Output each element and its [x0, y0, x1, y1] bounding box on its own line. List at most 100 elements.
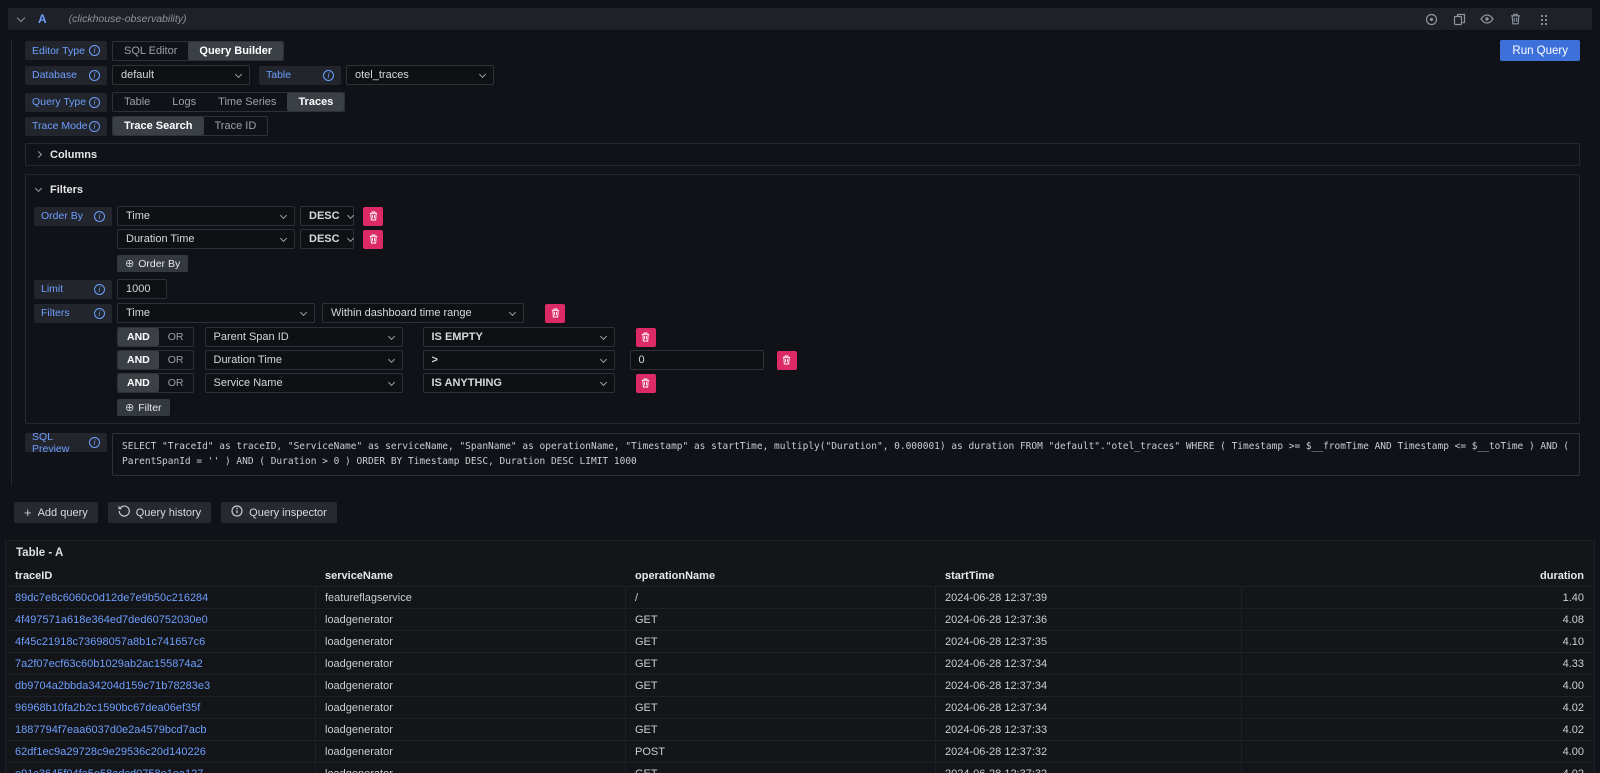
and-option[interactable]: AND [118, 351, 159, 369]
start-time-cell: 2024-06-28 12:37:32 [936, 740, 1242, 762]
plus-icon: + [24, 505, 32, 520]
operation-name-cell: GET [626, 608, 936, 630]
circle-plus-icon: ⊕ [125, 401, 134, 414]
filters-section-toggle[interactable]: Filters [26, 179, 1579, 200]
and-option[interactable]: AND [118, 374, 159, 392]
duplicate-query-icon[interactable] [1452, 12, 1466, 26]
query-inspector-button[interactable]: Query inspector [221, 502, 337, 523]
remove-query-trash-icon[interactable] [1508, 12, 1522, 26]
filter-operator-select[interactable]: Within dashboard time range [322, 303, 524, 323]
service-name-cell: loadgenerator [316, 718, 626, 740]
column-header-traceid[interactable]: traceID [6, 565, 316, 586]
operation-name-cell: GET [626, 696, 936, 718]
chevron-down-icon [280, 211, 287, 218]
info-icon[interactable]: i [89, 45, 100, 56]
trace-id-link[interactable]: 4f497571a618e364ed7ded60752030e0 [6, 608, 316, 630]
trace-id-link[interactable]: 96968b10fa2b2c1590bc67dea06ef35f [6, 696, 316, 718]
filter-operator-select[interactable]: > [423, 350, 615, 370]
info-icon[interactable]: i [94, 284, 105, 295]
trace-mode-switch: Trace Search Trace ID [112, 116, 268, 136]
chevron-down-icon [35, 184, 42, 191]
trace-id-link[interactable]: 4f45c21918c73698057a8b1c741657c6 [6, 630, 316, 652]
trace-id-link[interactable]: 62df1ec9a29728c9e29536c20d140226 [6, 740, 316, 762]
query-type-table-option[interactable]: Table [113, 93, 161, 111]
remove-order-by-button[interactable] [363, 207, 383, 226]
query-row-header[interactable]: A (clickhouse-observability) [8, 8, 1592, 30]
order-by-field-select[interactable]: Duration Time [117, 229, 295, 249]
add-order-by-button[interactable]: ⊕ Order By [117, 255, 188, 272]
column-header-starttime[interactable]: startTime [936, 565, 1242, 586]
trace-id-link[interactable]: 89dc7e8c6060c0d12de7e9b50c216284 [6, 586, 316, 608]
filter-field-select[interactable]: Service Name [205, 373, 403, 393]
column-header-duration[interactable]: duration [1242, 565, 1594, 586]
info-icon[interactable]: i [89, 437, 100, 448]
chevron-down-icon [387, 332, 394, 339]
column-header-operationname[interactable]: operationName [626, 565, 936, 586]
query-builder-option[interactable]: Query Builder [188, 42, 283, 60]
query-type-traces-option[interactable]: Traces [287, 93, 344, 111]
remove-filter-button[interactable] [636, 374, 656, 393]
start-time-cell: 2024-06-28 12:37:36 [936, 608, 1242, 630]
column-header-servicename[interactable]: serviceName [316, 565, 626, 586]
or-option[interactable]: OR [159, 374, 193, 392]
order-by-direction-select[interactable]: DESC [300, 206, 354, 226]
or-option[interactable]: OR [159, 328, 193, 346]
remove-order-by-button[interactable] [363, 230, 383, 249]
service-name-cell: loadgenerator [316, 674, 626, 696]
query-history-button[interactable]: Query history [108, 502, 211, 523]
filter-operator-select[interactable]: IS EMPTY [423, 327, 615, 347]
database-select[interactable]: default [112, 65, 250, 85]
columns-section-toggle[interactable]: Columns [26, 144, 1579, 165]
info-icon[interactable]: i [89, 121, 100, 132]
trace-id-link[interactable]: e91c3645f04fa5e58adcd0758e1ea127 [6, 762, 316, 773]
chevron-down-icon [599, 332, 606, 339]
trace-id-link[interactable]: 7a2f07ecf63c60b1029ab2ac155874a2 [6, 652, 316, 674]
add-query-button[interactable]: + Add query [14, 502, 98, 523]
drag-handle-icon[interactable] [1536, 12, 1550, 26]
hide-response-eye-icon[interactable] [1480, 12, 1494, 26]
run-query-button[interactable]: Run Query [1500, 40, 1580, 61]
trace-id-link[interactable]: db9704a2bbda34204d159c71b78283e3 [6, 674, 316, 696]
query-header-actions [1424, 12, 1550, 26]
query-editor-row: A (clickhouse-observability) Editor Ty [8, 8, 1592, 486]
add-filter-button[interactable]: ⊕ Filter [117, 399, 170, 416]
trace-id-option[interactable]: Trace ID [204, 117, 268, 135]
filter-field-select[interactable]: Parent Span ID [205, 327, 403, 347]
service-name-cell: featureflagservice [316, 586, 626, 608]
database-label: Database i [25, 66, 107, 85]
datasource-help-icon[interactable] [1424, 12, 1438, 26]
table-row: e91c3645f04fa5e58adcd0758e1ea127 loadgen… [6, 762, 1594, 773]
order-by-field-select[interactable]: Time [117, 206, 295, 226]
query-type-logs-option[interactable]: Logs [161, 93, 207, 111]
info-icon[interactable]: i [94, 211, 105, 222]
info-icon[interactable]: i [89, 70, 100, 81]
remove-filter-button[interactable] [545, 304, 565, 323]
info-icon[interactable]: i [89, 97, 100, 108]
filter-operator-select[interactable]: IS ANYTHING [423, 373, 615, 393]
chevron-down-icon [280, 234, 287, 241]
filter-value-input[interactable] [630, 350, 764, 370]
trace-id-link[interactable]: 1887794f7eaa6037d0e2a4579bcd7acb [6, 718, 316, 740]
operation-name-cell: GET [626, 630, 936, 652]
or-option[interactable]: OR [159, 351, 193, 369]
info-icon[interactable]: i [94, 308, 105, 319]
info-icon[interactable]: i [323, 70, 334, 81]
duration-cell: 4.33 [1242, 652, 1594, 674]
remove-filter-button[interactable] [636, 328, 656, 347]
start-time-cell: 2024-06-28 12:37:39 [936, 586, 1242, 608]
query-type-timeseries-option[interactable]: Time Series [207, 93, 287, 111]
table-select[interactable]: otel_traces [346, 65, 494, 85]
sql-editor-option[interactable]: SQL Editor [113, 42, 188, 60]
chevron-down-icon [347, 234, 354, 241]
limit-input[interactable] [117, 279, 167, 299]
operation-name-cell: GET [626, 762, 936, 773]
collapse-chevron-icon[interactable] [17, 13, 25, 21]
remove-filter-button[interactable] [777, 351, 797, 370]
order-by-direction-select[interactable]: DESC [300, 229, 354, 249]
trace-search-option[interactable]: Trace Search [113, 117, 204, 135]
filter-field-select[interactable]: Duration Time [205, 350, 403, 370]
filters-section: Filters Order By i Time DESC [25, 174, 1580, 424]
chevron-down-icon [509, 308, 516, 315]
and-option[interactable]: AND [118, 328, 159, 346]
filter-field-select[interactable]: Time [117, 303, 315, 323]
